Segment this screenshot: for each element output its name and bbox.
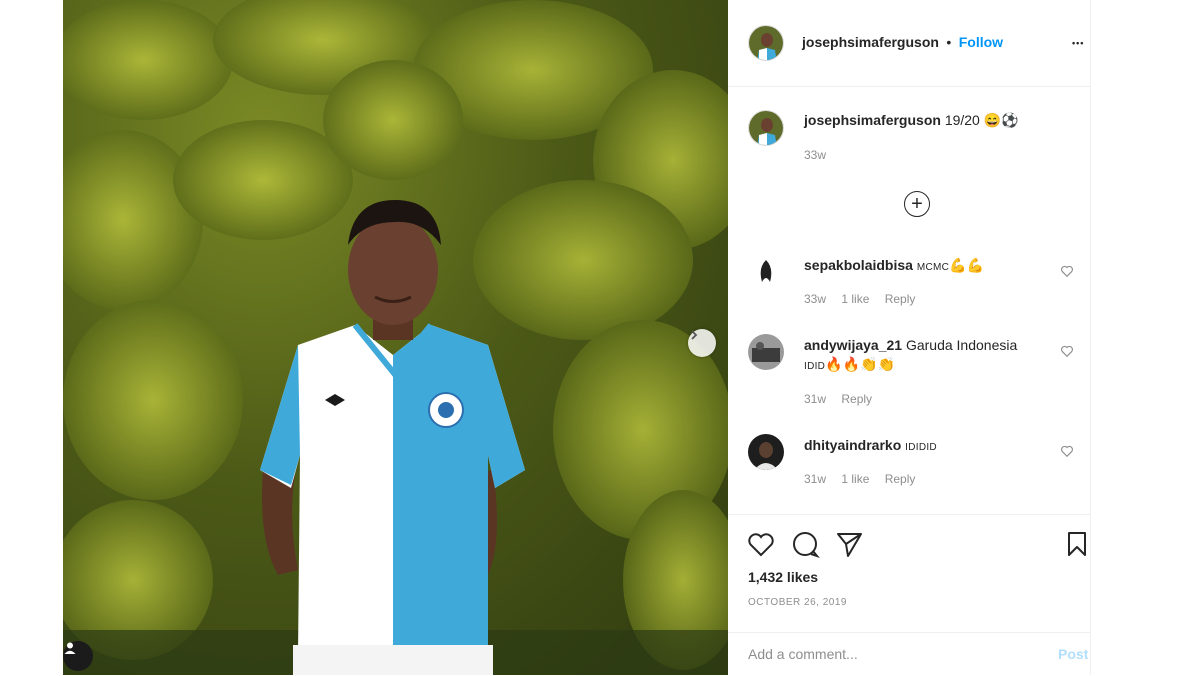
author-username[interactable]: josephsimaferguson — [802, 34, 939, 50]
reply-button[interactable]: Reply — [841, 392, 872, 406]
avatar-image — [749, 111, 783, 145]
add-comment-input[interactable] — [746, 645, 1020, 663]
caption-text: 19/20 😄⚽ — [944, 112, 1019, 128]
comment-text: IDIDID — [905, 442, 937, 453]
post-caption: josephsimaferguson 19/20 😄⚽ — [804, 112, 1019, 129]
post-sidebar: josephsimaferguson • Follow ••• josephsi… — [728, 0, 1091, 675]
heart-icon[interactable] — [1060, 344, 1074, 358]
follow-button[interactable]: Follow — [959, 34, 1003, 50]
heart-icon[interactable] — [1060, 264, 1074, 278]
comment-text: MCMC — [916, 262, 950, 273]
comment-text-2: IDID — [804, 361, 826, 372]
separator-dot: • — [946, 34, 952, 50]
commenter-avatar[interactable] — [748, 254, 784, 290]
commenter-avatar[interactable] — [748, 334, 784, 370]
heart-icon[interactable] — [1060, 444, 1074, 458]
comment-time: 31w — [804, 392, 827, 406]
comment-emoji: 💪💪 — [949, 257, 985, 273]
caption-avatar[interactable] — [748, 110, 784, 146]
post-comment-button[interactable]: Post — [1058, 646, 1088, 662]
avatar-image — [748, 434, 784, 470]
comment-time: 33w — [804, 292, 827, 306]
comment-likes[interactable]: 1 like — [841, 472, 869, 486]
post-actions: 1,432 likes OCTOBER 26, 2019 Post — [728, 514, 1090, 675]
reply-button[interactable]: Reply — [885, 472, 916, 486]
load-more-comments-button[interactable]: + — [904, 191, 930, 217]
player-photo — [63, 0, 728, 675]
bookmark-icon[interactable] — [1062, 529, 1092, 559]
more-options-icon[interactable]: ••• — [1072, 38, 1084, 48]
comment-emoji: 🔥🔥👏👏 — [825, 356, 895, 372]
post-date: OCTOBER 26, 2019 — [748, 597, 847, 608]
comment-username[interactable]: sepakbolaidbisa — [804, 257, 913, 273]
heart-icon[interactable] — [746, 529, 776, 559]
share-icon[interactable] — [834, 529, 864, 559]
caption-username[interactable]: josephsimaferguson — [804, 112, 941, 128]
user-tag-icon — [64, 642, 76, 654]
add-circle-icon: + — [911, 193, 923, 215]
tagged-users-button[interactable] — [63, 641, 93, 671]
comment-time: 31w — [804, 472, 827, 486]
author-avatar[interactable] — [748, 25, 784, 61]
post-header: josephsimaferguson • Follow ••• — [728, 0, 1090, 87]
reply-button[interactable]: Reply — [885, 292, 916, 306]
avatar-image — [748, 254, 784, 290]
avatar-image — [749, 26, 783, 60]
chevron-right-icon — [691, 330, 698, 340]
commenter-avatar[interactable] — [748, 434, 784, 470]
avatar-image — [748, 334, 784, 370]
comment-username[interactable]: andywijaya_21 — [804, 337, 902, 353]
likes-count[interactable]: 1,432 likes — [748, 569, 818, 585]
post-image[interactable] — [63, 0, 728, 675]
comment-icon[interactable] — [790, 529, 820, 559]
add-comment-bar: Post — [728, 632, 1090, 676]
comment-likes[interactable]: 1 like — [841, 292, 869, 306]
comment-text: Garuda Indonesia — [905, 337, 1018, 353]
comment-username[interactable]: dhityaindrarko — [804, 437, 901, 453]
next-slide-button[interactable] — [688, 329, 716, 357]
caption-time: 33w — [804, 148, 827, 162]
